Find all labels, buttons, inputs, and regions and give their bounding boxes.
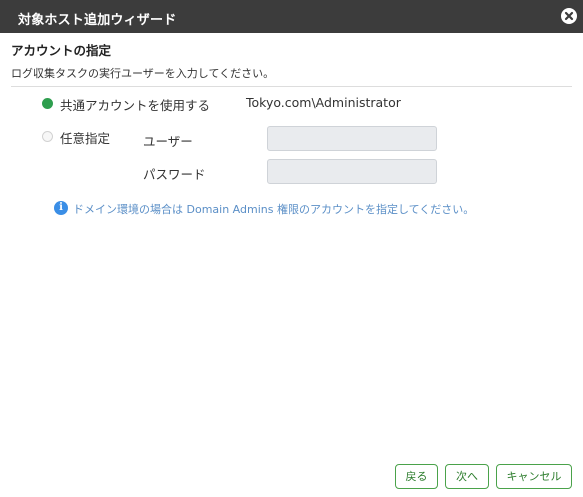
password-input[interactable] — [267, 159, 437, 184]
shared-account-label: 共通アカウントを使用する — [60, 98, 211, 113]
dialog-title: 対象ホスト追加ウィザード — [18, 13, 177, 28]
custom-account-radio[interactable] — [42, 131, 53, 142]
section-heading: アカウントの指定 — [11, 43, 112, 58]
shared-account-radio[interactable] — [42, 98, 53, 109]
dialog-titlebar: 対象ホスト追加ウィザード — [0, 0, 583, 33]
next-button[interactable]: 次へ — [445, 464, 489, 489]
custom-account-label: 任意指定 — [60, 131, 111, 146]
info-icon: i — [54, 201, 68, 215]
user-input[interactable] — [267, 126, 437, 151]
close-icon[interactable] — [561, 8, 577, 24]
user-field-label: ユーザー — [143, 134, 193, 149]
cancel-button[interactable]: キャンセル — [496, 464, 572, 489]
shared-account-value: Tokyo.com\Administrator — [246, 95, 401, 110]
divider — [11, 86, 572, 87]
back-button[interactable]: 戻る — [395, 464, 438, 489]
section-description: ログ収集タスクの実行ユーザーを入力してください。 — [11, 67, 275, 80]
info-message: ドメイン環境の場合は Domain Admins 権限のアカウントを指定してくだ… — [73, 203, 475, 216]
password-field-label: パスワード — [143, 167, 206, 182]
